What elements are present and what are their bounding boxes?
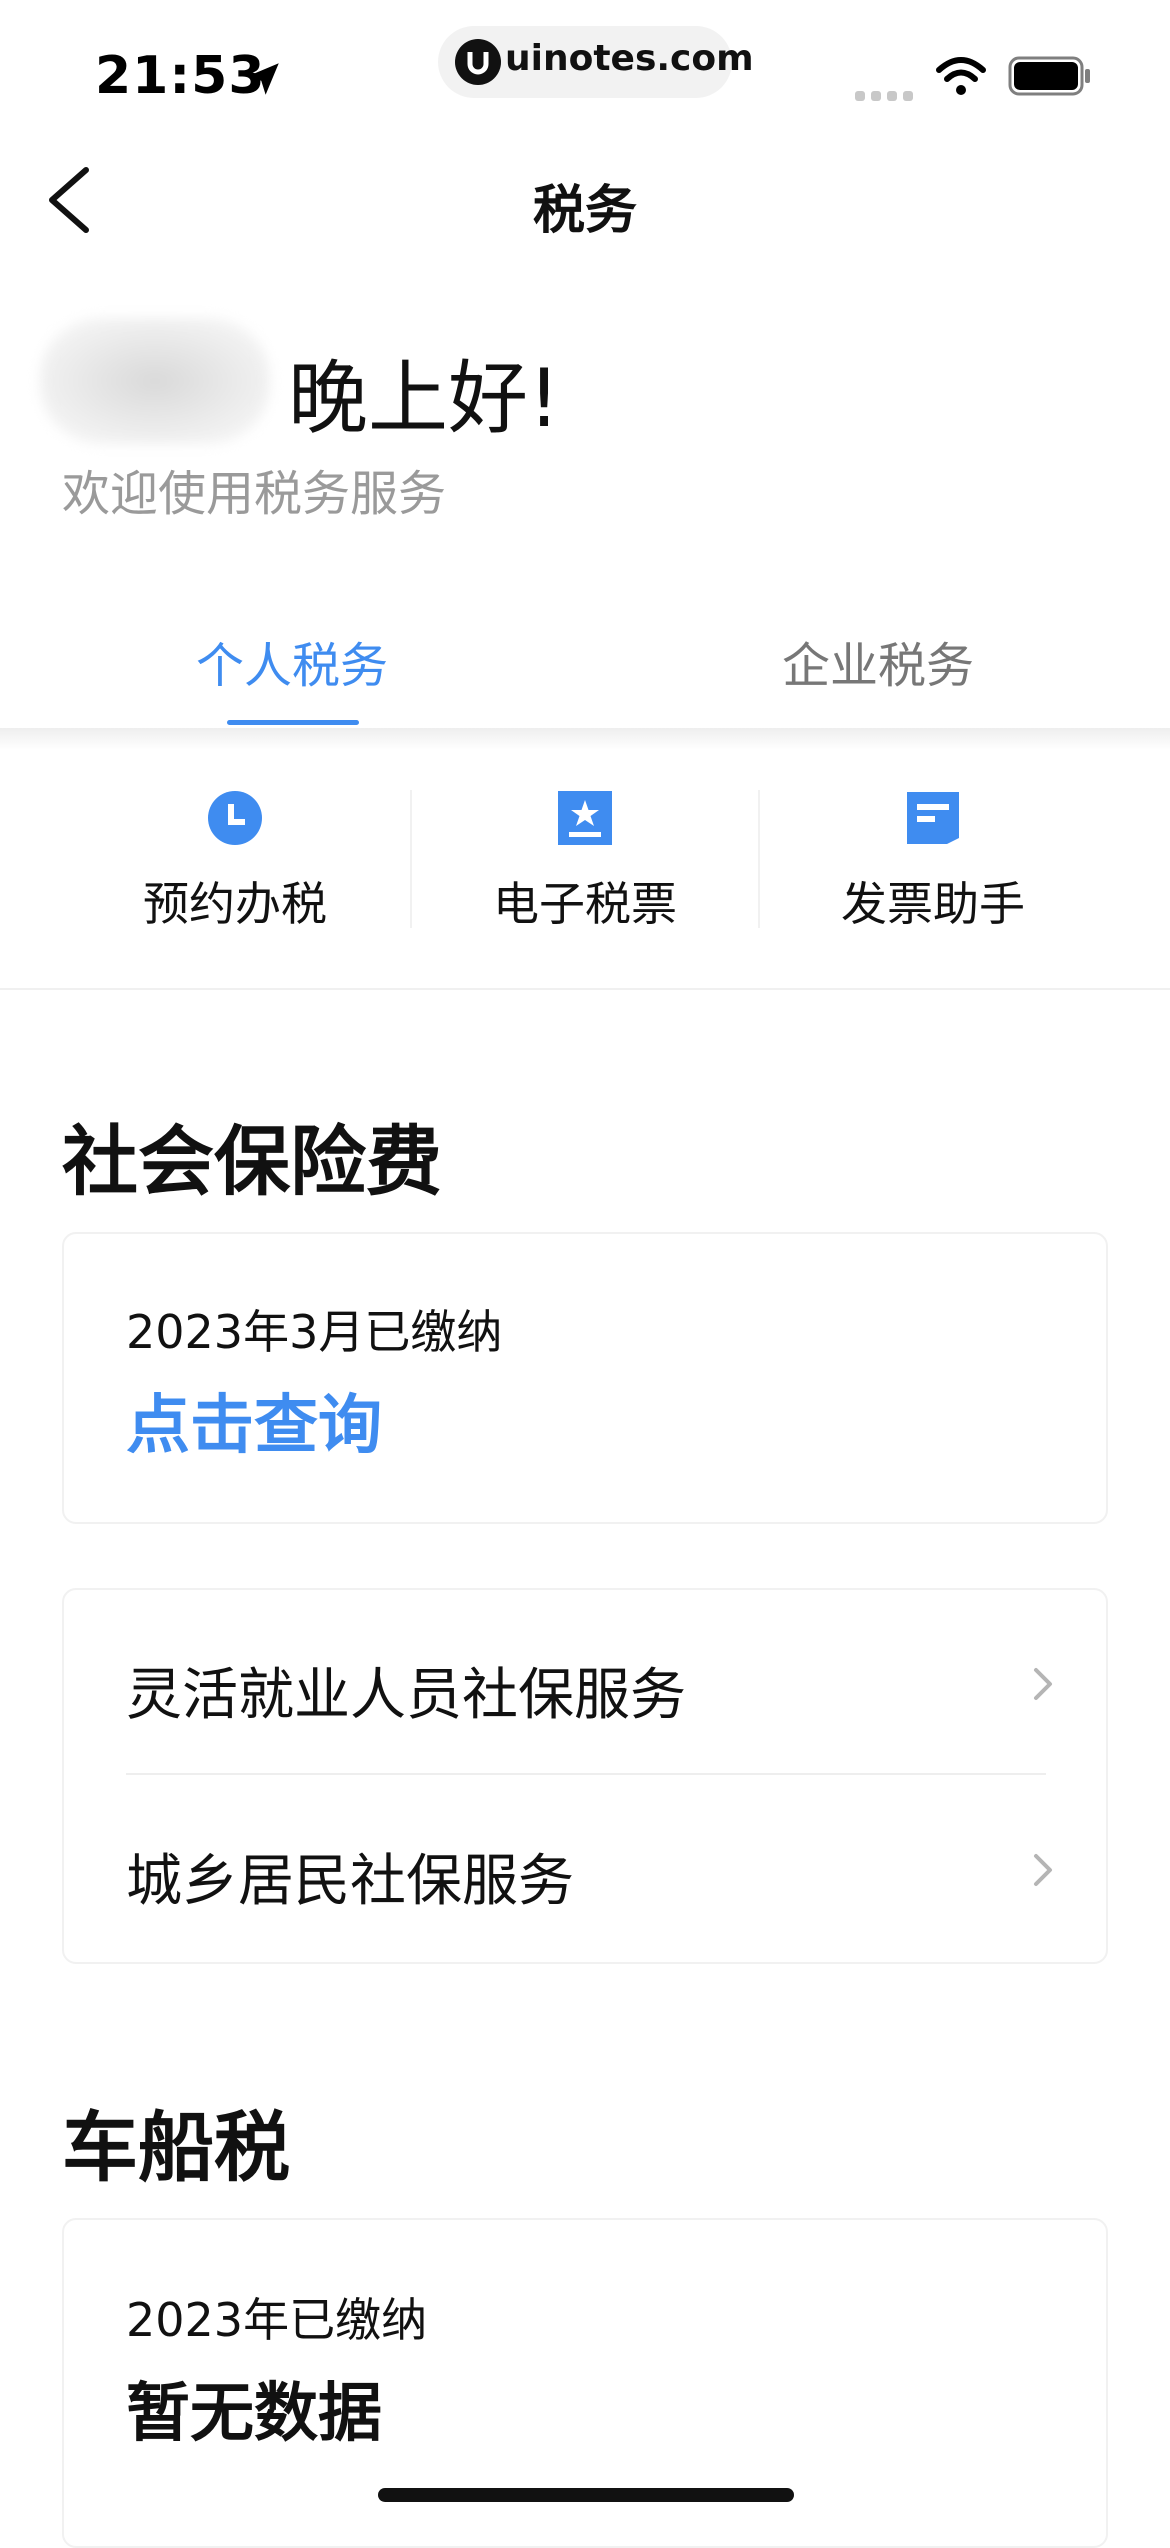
location-arrow-icon [247, 63, 279, 95]
tab-business-tax[interactable]: 企业税务 [782, 626, 974, 696]
clock-icon [208, 791, 262, 845]
page-title: 税务 [532, 181, 637, 241]
signal-icon [855, 86, 919, 105]
tab-bar-shadow [0, 728, 1170, 750]
quick-action-label: 发票助手 [841, 877, 1025, 931]
avatar [40, 318, 270, 444]
list-item-label: 灵活就业人员社保服务 [126, 1663, 686, 1728]
url-text: uinotes.com [505, 38, 754, 79]
vehicle-tax-value: 暂无数据 [126, 2377, 382, 2451]
list-item-flexible-employment[interactable]: 灵活就业人员社保服务 [64, 1590, 1106, 1774]
list-item-label: 城乡居民社保服务 [126, 1849, 574, 1914]
vehicle-paid-status-text: 2023年已缴纳 [126, 2293, 428, 2347]
quick-action-e-ticket[interactable]: 电子税票 [410, 790, 760, 934]
greeting-title: 晚上好! [288, 352, 561, 445]
quick-action-label: 预约办税 [143, 877, 327, 931]
chevron-right-icon [1034, 1668, 1052, 1700]
battery-icon [1008, 56, 1090, 96]
quick-action-label: 电子税票 [493, 877, 677, 931]
chevron-right-icon [1034, 1854, 1052, 1886]
site-logo-icon [455, 39, 501, 85]
divider [0, 988, 1170, 990]
list-item-urban-rural-residents[interactable]: 城乡居民社保服务 [64, 1776, 1106, 1960]
greeting-subtitle: 欢迎使用税务服务 [62, 466, 447, 522]
quick-action-appointment[interactable]: 预约办税 [60, 790, 410, 934]
query-link[interactable]: 点击查询 [126, 1374, 382, 1466]
paid-status-text: 2023年3月已缴纳 [126, 1305, 503, 1359]
wifi-icon [936, 57, 986, 95]
document-icon [907, 792, 959, 844]
quick-action-invoice-assistant[interactable]: 发票助手 [758, 790, 1108, 934]
home-indicator[interactable] [378, 2488, 794, 2502]
status-time: 21:53 [95, 46, 266, 106]
section-title-social-insurance: 社会保险费 [62, 1117, 442, 1206]
star-ticket-icon [558, 791, 612, 845]
section-title-vehicle-tax: 车船税 [62, 2103, 290, 2192]
divider [126, 1773, 1046, 1775]
tab-personal-tax[interactable]: 个人税务 [196, 626, 388, 696]
tab-active-indicator [227, 720, 359, 725]
